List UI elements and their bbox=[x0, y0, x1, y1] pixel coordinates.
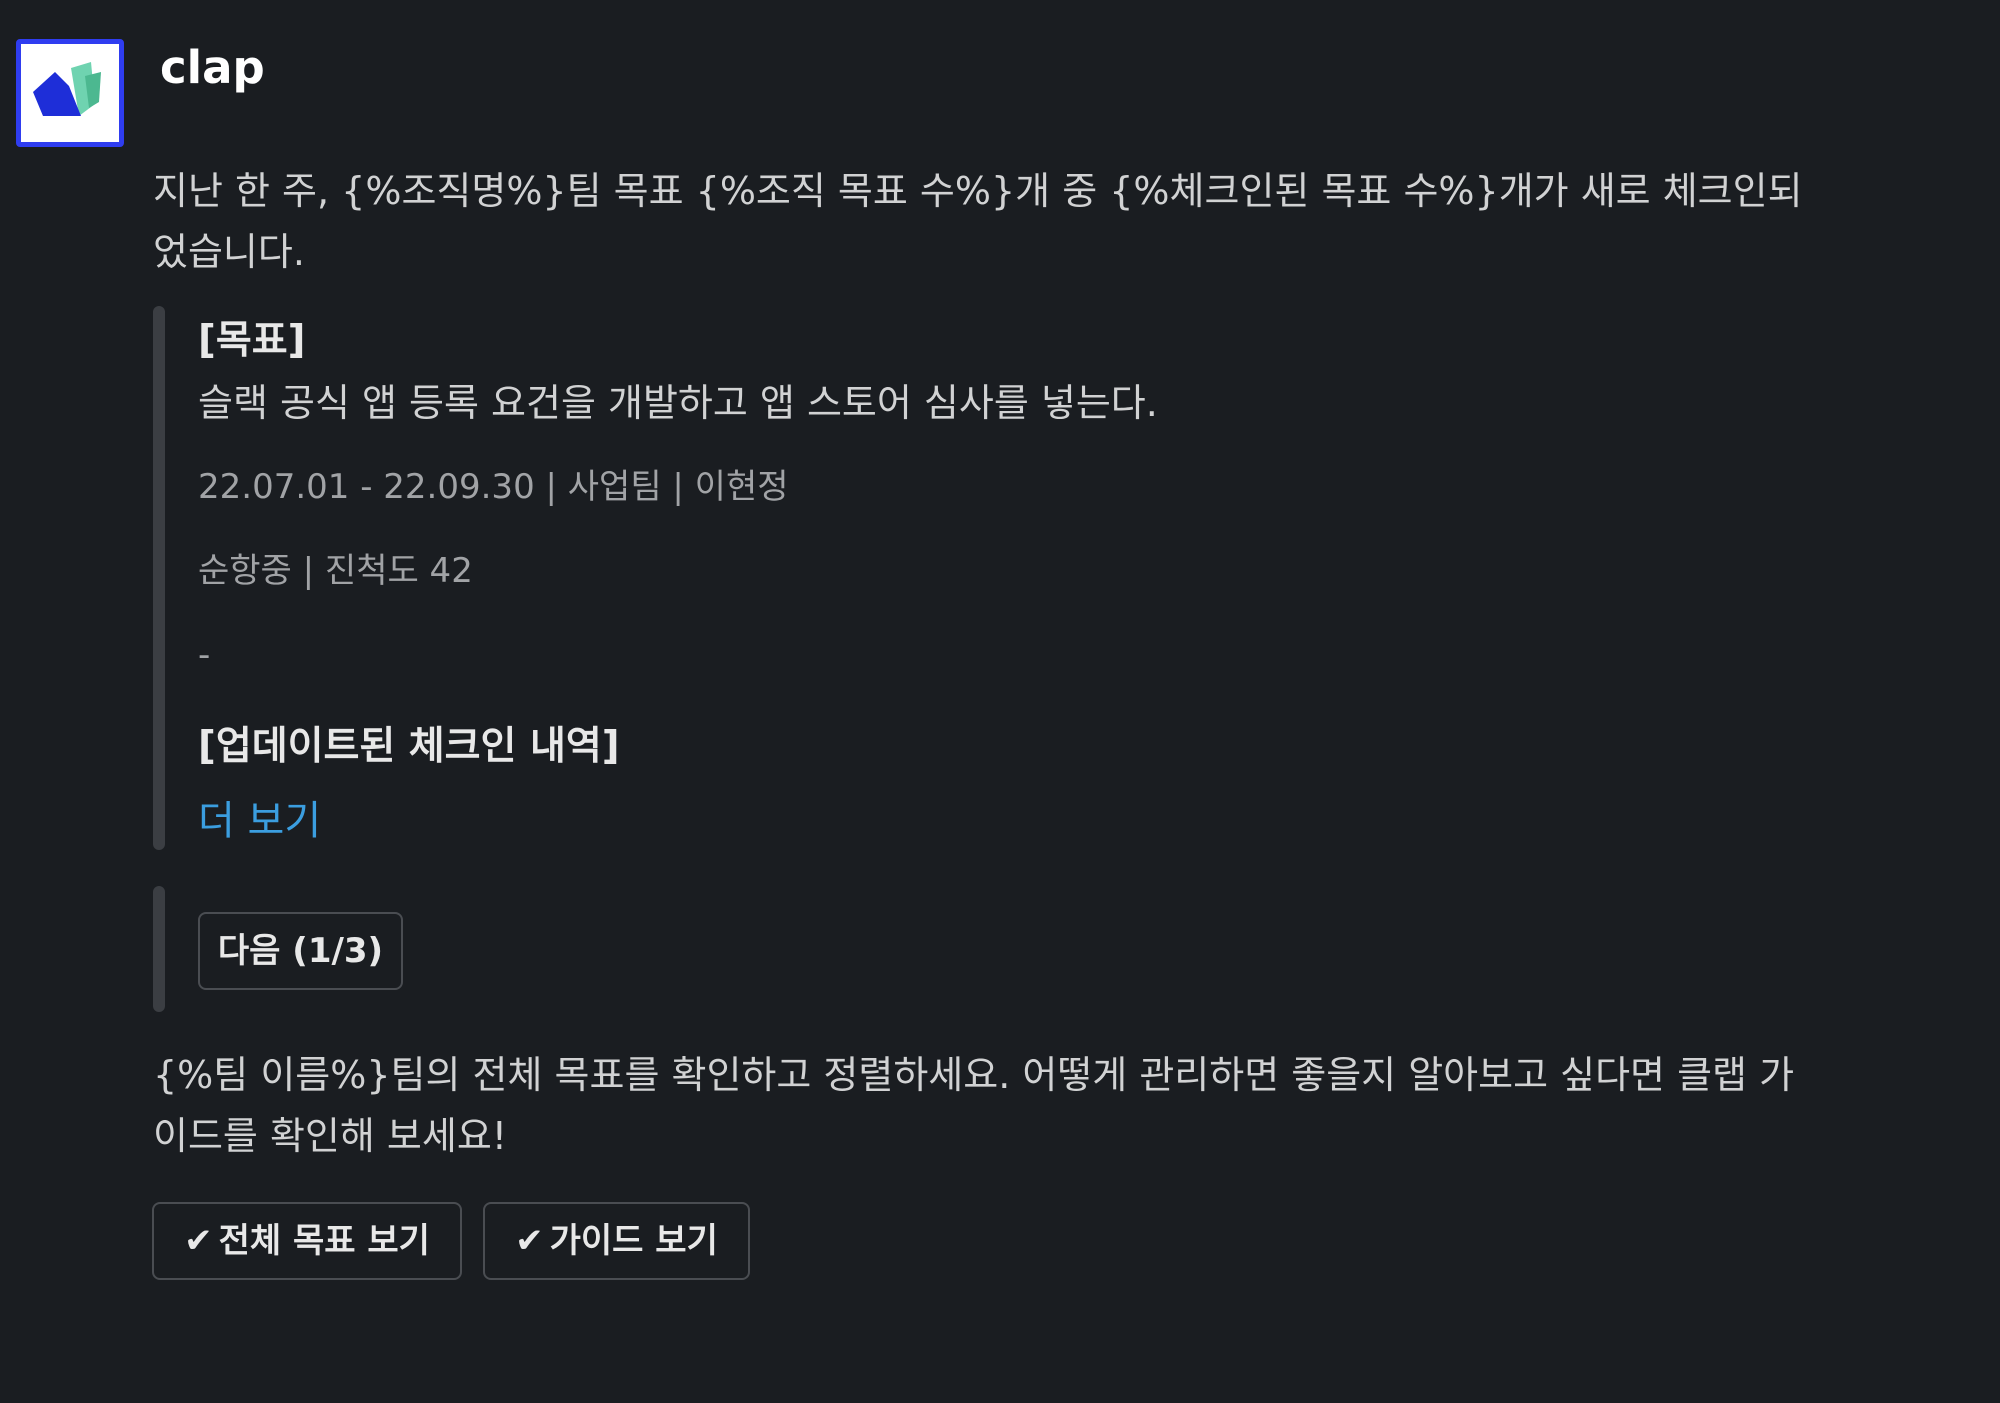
view-all-goals-label: 전체 목표 보기 bbox=[218, 1221, 430, 1261]
avatar[interactable] bbox=[16, 39, 124, 147]
clap-logo-icon bbox=[33, 62, 101, 116]
goal-meta-dash: - bbox=[198, 635, 211, 675]
next-button[interactable]: 다음 (1/3) bbox=[198, 912, 403, 990]
goal-meta-status-progress: 순항중 | 진척도 42 bbox=[198, 551, 473, 591]
quote-bar bbox=[153, 886, 165, 1012]
message-intro: 지난 한 주, {%조직명%}팀 목표 {%조직 목표 수%}개 중 {%체크인… bbox=[153, 169, 1803, 274]
view-guide-button[interactable]: ✔ 가이드 보기 bbox=[483, 1202, 750, 1280]
check-icon: ✔ bbox=[184, 1221, 213, 1261]
quote-bar bbox=[153, 306, 165, 850]
view-guide-label: 가이드 보기 bbox=[549, 1221, 718, 1261]
goal-meta-period-team-owner: 22.07.01 - 22.09.30 | 사업팀 | 이현정 bbox=[198, 467, 789, 507]
update-title: [업데이트된 체크인 내역] bbox=[198, 724, 620, 769]
more-link[interactable]: 더 보기 bbox=[198, 793, 321, 849]
check-icon: ✔ bbox=[515, 1221, 544, 1261]
view-all-goals-button[interactable]: ✔ 전체 목표 보기 bbox=[152, 1202, 462, 1280]
sender-name[interactable]: clap bbox=[160, 40, 265, 96]
message-outro: {%팀 이름%}팀의 전체 목표를 확인하고 정렬하세요. 어떻게 관리하면 좋… bbox=[153, 1053, 1795, 1158]
goal-title: [목표] bbox=[198, 318, 306, 363]
goal-text: 슬랙 공식 앱 등록 요건을 개발하고 앱 스토어 심사를 넣는다. bbox=[198, 381, 1158, 425]
